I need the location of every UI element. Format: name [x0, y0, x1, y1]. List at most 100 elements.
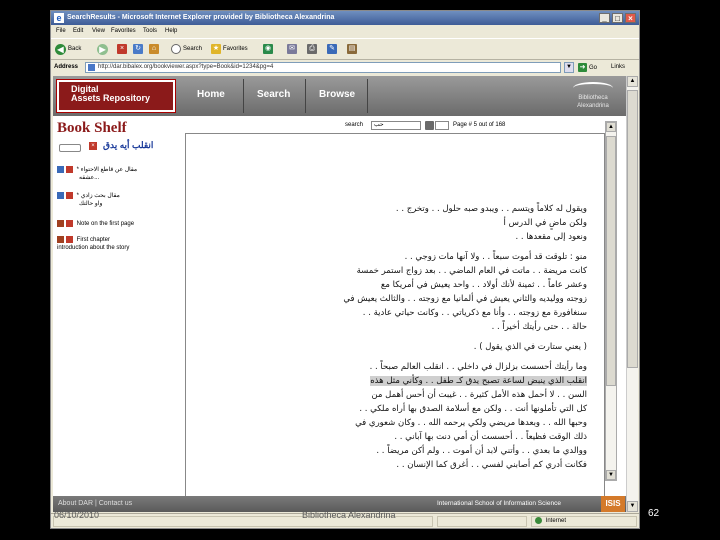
viewer-search-input[interactable]: حب: [371, 121, 421, 130]
menu-favorites[interactable]: Favorites: [111, 28, 136, 34]
minimize-button[interactable]: _: [599, 13, 610, 23]
shelf-item-label: * مقال بحث زادي: [76, 193, 120, 200]
book-shelf-title: Book Shelf: [57, 120, 127, 136]
page-line: كانت مريضة . . ماتت في العام الماضي . . …: [356, 266, 587, 276]
book-shelf-panel: Book Shelf × انقلب أيه يدق * مقال عن قاط…: [53, 116, 178, 512]
go-button[interactable]: ➜ Go: [578, 63, 597, 72]
bibalex-logo: Bibliotheca Alexandrina: [563, 82, 623, 110]
refresh-icon: ↻: [133, 44, 143, 54]
page-line: ويقول له كلاماً ويتسم . . ويبدو صبه حلول…: [395, 204, 587, 214]
discuss-icon: ▤: [347, 44, 357, 54]
shelf-item-label: * مقال عن قاطع الاحتواء: [76, 167, 138, 174]
favorites-button[interactable]: ★ Favorites: [211, 43, 248, 55]
menu-file[interactable]: File: [56, 28, 66, 34]
page-scrollbar[interactable]: ▲ ▼: [605, 121, 617, 481]
page-line: منو : تلوقت قد أموت سبعاً . . ولا آنها م…: [404, 252, 587, 262]
nav-separator: [243, 79, 244, 113]
page-line: ذلك الوقت فظيعاً . . أحسست أن أمي دنت به…: [394, 432, 587, 442]
page-scroll-thumb[interactable]: [606, 136, 616, 386]
note-icon: [57, 236, 64, 243]
page-line: حالة . . حتى رأيتك أخيراً . .: [491, 322, 587, 332]
viewer-page-box[interactable]: [435, 121, 449, 130]
print-button[interactable]: ⎙: [307, 43, 317, 55]
footer-org: International School of Information Scie…: [437, 500, 561, 507]
home-button[interactable]: ⌂: [149, 43, 159, 55]
shelf-item-sub: واو حالتك: [79, 201, 103, 208]
scroll-down-icon[interactable]: ▼: [606, 470, 616, 480]
maximize-button[interactable]: □: [612, 13, 623, 23]
shelf-item[interactable]: * مقال بحث زادي واو حالتك: [57, 192, 177, 208]
page-line: ووالدي ما بعدي . . وأتني لابد أن أموت . …: [376, 446, 587, 456]
shelf-item[interactable]: Note on the first page: [57, 220, 177, 228]
back-arrow-icon: ◀: [55, 43, 66, 55]
print-icon: ⎙: [307, 44, 317, 54]
page-line: سنغافورة مع زوجته . . وأنا مع ذكرياتي . …: [362, 308, 587, 318]
scroll-down-icon[interactable]: ▼: [627, 501, 638, 512]
page-line: السن . . لا أحمل هذه الأمل كثيرة . . غيب…: [371, 390, 587, 400]
search-icon: [171, 44, 181, 54]
edit-button[interactable]: ✎: [327, 43, 337, 55]
dar-logo[interactable]: Digital Assets Repository: [56, 79, 176, 113]
close-button[interactable]: ×: [625, 13, 636, 23]
address-input[interactable]: http://dar.bibalex.org/bookviewer.aspx?t…: [85, 62, 561, 73]
go-arrow-icon: ➜: [578, 63, 587, 72]
menu-help[interactable]: Help: [165, 28, 177, 34]
shelf-item-label: Note on the first page: [76, 221, 135, 228]
address-value: http://dar.bibalex.org/bookviewer.aspx?t…: [98, 64, 274, 70]
delete-icon[interactable]: [66, 220, 73, 227]
scroll-up-icon[interactable]: ▲: [606, 122, 616, 132]
shelf-book-title[interactable]: انقلب أيه يدق: [103, 140, 153, 151]
page-line: زوجته ووليديه والثاني يعيش في ألمانيا مع…: [343, 294, 587, 304]
bibalex-logo-text: Bibliotheca Alexandrina: [577, 95, 609, 109]
delete-icon[interactable]: ×: [89, 142, 97, 150]
page-line: فكانت أدري كم أصابني لفسي . . أغرق كما ا…: [396, 460, 587, 470]
page-line: وعشر عاماً . . ثمينة لأنك أولاد . . واحد…: [380, 280, 587, 290]
nav-home[interactable]: Home: [197, 89, 225, 100]
back-button[interactable]: ◀ Back: [55, 43, 81, 55]
shelf-item[interactable]: First chapter introduction about the sto…: [57, 236, 177, 252]
home-icon: ⌂: [149, 44, 159, 54]
pencil-icon: [57, 166, 64, 173]
delete-icon[interactable]: [66, 166, 73, 173]
shelf-item[interactable]: * مقال عن قاطع الاحتواء عشقه...: [57, 166, 177, 182]
stop-button[interactable]: ×: [117, 43, 127, 55]
globe-icon: [535, 517, 542, 524]
search-button[interactable]: Search: [171, 43, 202, 55]
viewer-search-label: search: [345, 122, 364, 128]
go-label: Go: [589, 64, 598, 71]
media-button[interactable]: ◉: [263, 43, 273, 55]
ie-icon: e: [54, 13, 64, 23]
nav-search[interactable]: Search: [257, 89, 290, 100]
delete-icon[interactable]: [66, 236, 73, 243]
forward-button[interactable]: ▶: [97, 43, 108, 55]
links-label[interactable]: Links: [611, 64, 625, 70]
slide-org: Bibliotheca Alexandrina: [302, 510, 396, 520]
book-page: ويقول له كلاماً ويتسم . . ويبدو صبه حلول…: [185, 133, 605, 512]
footer-link[interactable]: About DAR | Contact us: [58, 500, 132, 507]
isis-logo: ISIS: [601, 496, 625, 512]
window-scrollbar[interactable]: ▲ ▼: [626, 76, 638, 512]
menu-view[interactable]: View: [92, 28, 105, 34]
mail-button[interactable]: ✉: [287, 43, 297, 55]
page-line: ( يعني ستارت في الذي يقول ) .: [473, 342, 587, 352]
site-header: Digital Assets Repository Home Search Br…: [53, 76, 626, 116]
refresh-button[interactable]: ↻: [133, 43, 143, 55]
search-label: Search: [183, 46, 203, 52]
note-icon: [57, 220, 64, 227]
mail-icon: ✉: [287, 44, 297, 54]
scroll-up-icon[interactable]: ▲: [627, 76, 638, 87]
window-scroll-thumb[interactable]: [627, 90, 638, 368]
discuss-button[interactable]: ▤: [347, 43, 357, 55]
menu-edit[interactable]: Edit: [73, 28, 83, 34]
menu-tools[interactable]: Tools: [143, 28, 157, 34]
nav-separator: [367, 79, 368, 113]
stop-icon: ×: [117, 44, 127, 54]
nav-browse[interactable]: Browse: [319, 89, 355, 100]
viewer-search-go-icon[interactable]: [425, 121, 434, 130]
window-title: SearchResults - Microsoft Internet Explo…: [67, 14, 335, 21]
address-dropdown-icon[interactable]: ▼: [564, 62, 574, 73]
page-line: وحبها الله . . وبعدها مريضي ولكي يرحمه ا…: [355, 418, 587, 428]
favorites-label: Favorites: [223, 46, 248, 52]
page-line: ولكن ماضٍ في الدرس أ: [503, 218, 588, 228]
delete-icon[interactable]: [66, 192, 73, 199]
